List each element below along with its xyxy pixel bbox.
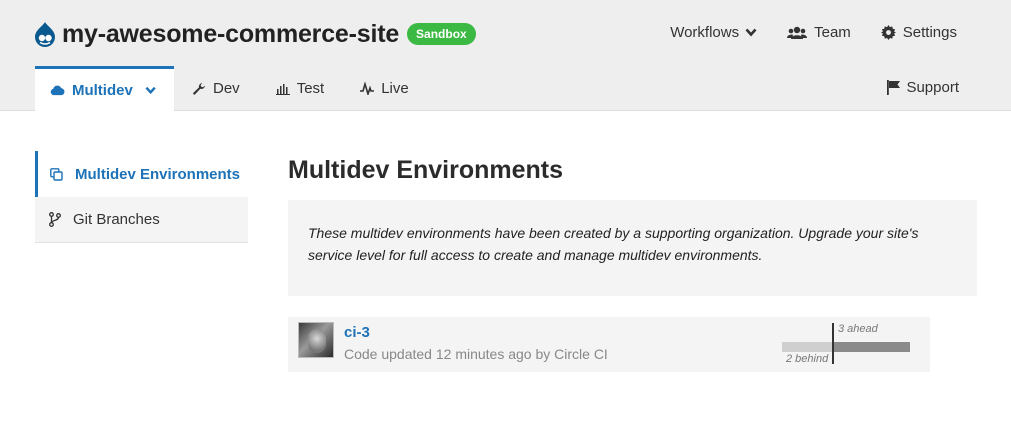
tab-label: Test — [296, 80, 325, 97]
behind-label: 2 behind — [786, 353, 829, 365]
tab-label: Live — [381, 80, 409, 97]
copy-icon — [50, 167, 63, 181]
page-title: Multidev Environments — [288, 156, 564, 184]
wrench-icon — [193, 82, 205, 95]
behind-bar — [782, 342, 832, 352]
sidebar-item-label: Git Branches — [73, 211, 160, 228]
chevron-down-icon — [145, 86, 156, 95]
environment-status: Code updated 12 minutes ago by Circle CI — [344, 346, 608, 362]
flag-icon — [887, 80, 901, 95]
drupal-logo-icon — [34, 21, 56, 47]
site-title-row: my-awesome-commerce-site Sandbox — [34, 17, 476, 51]
environment-row[interactable]: ci-3 Code updated 12 minutes ago by Circ… — [288, 317, 930, 372]
team-label: Team — [814, 24, 851, 41]
team-link[interactable]: Team — [787, 24, 851, 41]
site-name[interactable]: my-awesome-commerce-site — [62, 20, 399, 49]
avatar — [298, 322, 334, 358]
tab-multidev[interactable]: Multidev — [35, 66, 174, 112]
ahead-bar — [832, 342, 910, 352]
sidebar: Multidev Environments Git Branches — [35, 151, 248, 243]
gear-icon — [880, 25, 896, 40]
cloud-icon — [50, 85, 65, 96]
users-icon — [787, 26, 808, 39]
graph-divider — [832, 323, 834, 364]
tab-dev[interactable]: Dev — [174, 66, 258, 111]
pulse-icon — [360, 82, 375, 95]
tab-test[interactable]: Test — [258, 66, 343, 111]
settings-label: Settings — [902, 24, 957, 41]
tab-label: Multidev — [71, 82, 133, 99]
tab-label: Dev — [213, 80, 240, 97]
chevron-down-icon — [745, 28, 757, 37]
workflows-menu[interactable]: Workflows — [670, 24, 757, 41]
sidebar-item-label: Multidev Environments — [75, 165, 241, 183]
notice-text: These multidev environments have been cr… — [308, 225, 919, 263]
environment-name-link[interactable]: ci-3 — [344, 324, 370, 341]
git-branch-icon — [49, 212, 61, 227]
sidebar-item-multidev-environments[interactable]: Multidev Environments — [35, 151, 248, 197]
sidebar-item-git-branches[interactable]: Git Branches — [35, 197, 248, 243]
top-nav: Workflows Team Settings — [640, 24, 957, 41]
support-label: Support — [906, 79, 959, 96]
bar-chart-icon — [275, 84, 290, 95]
support-link[interactable]: Support — [887, 79, 959, 96]
workflows-label: Workflows — [670, 24, 740, 41]
plan-badge: Sandbox — [407, 23, 476, 45]
site-header: my-awesome-commerce-site Sandbox Workflo… — [0, 0, 1011, 112]
settings-link[interactable]: Settings — [880, 24, 957, 41]
tab-live[interactable]: Live — [342, 66, 427, 111]
commit-graph: 3 ahead 2 behind — [782, 321, 912, 367]
upgrade-notice: These multidev environments have been cr… — [288, 200, 977, 296]
environment-tabs: Multidev Dev Test Live — [35, 66, 427, 112]
ahead-label: 3 ahead — [838, 323, 878, 335]
